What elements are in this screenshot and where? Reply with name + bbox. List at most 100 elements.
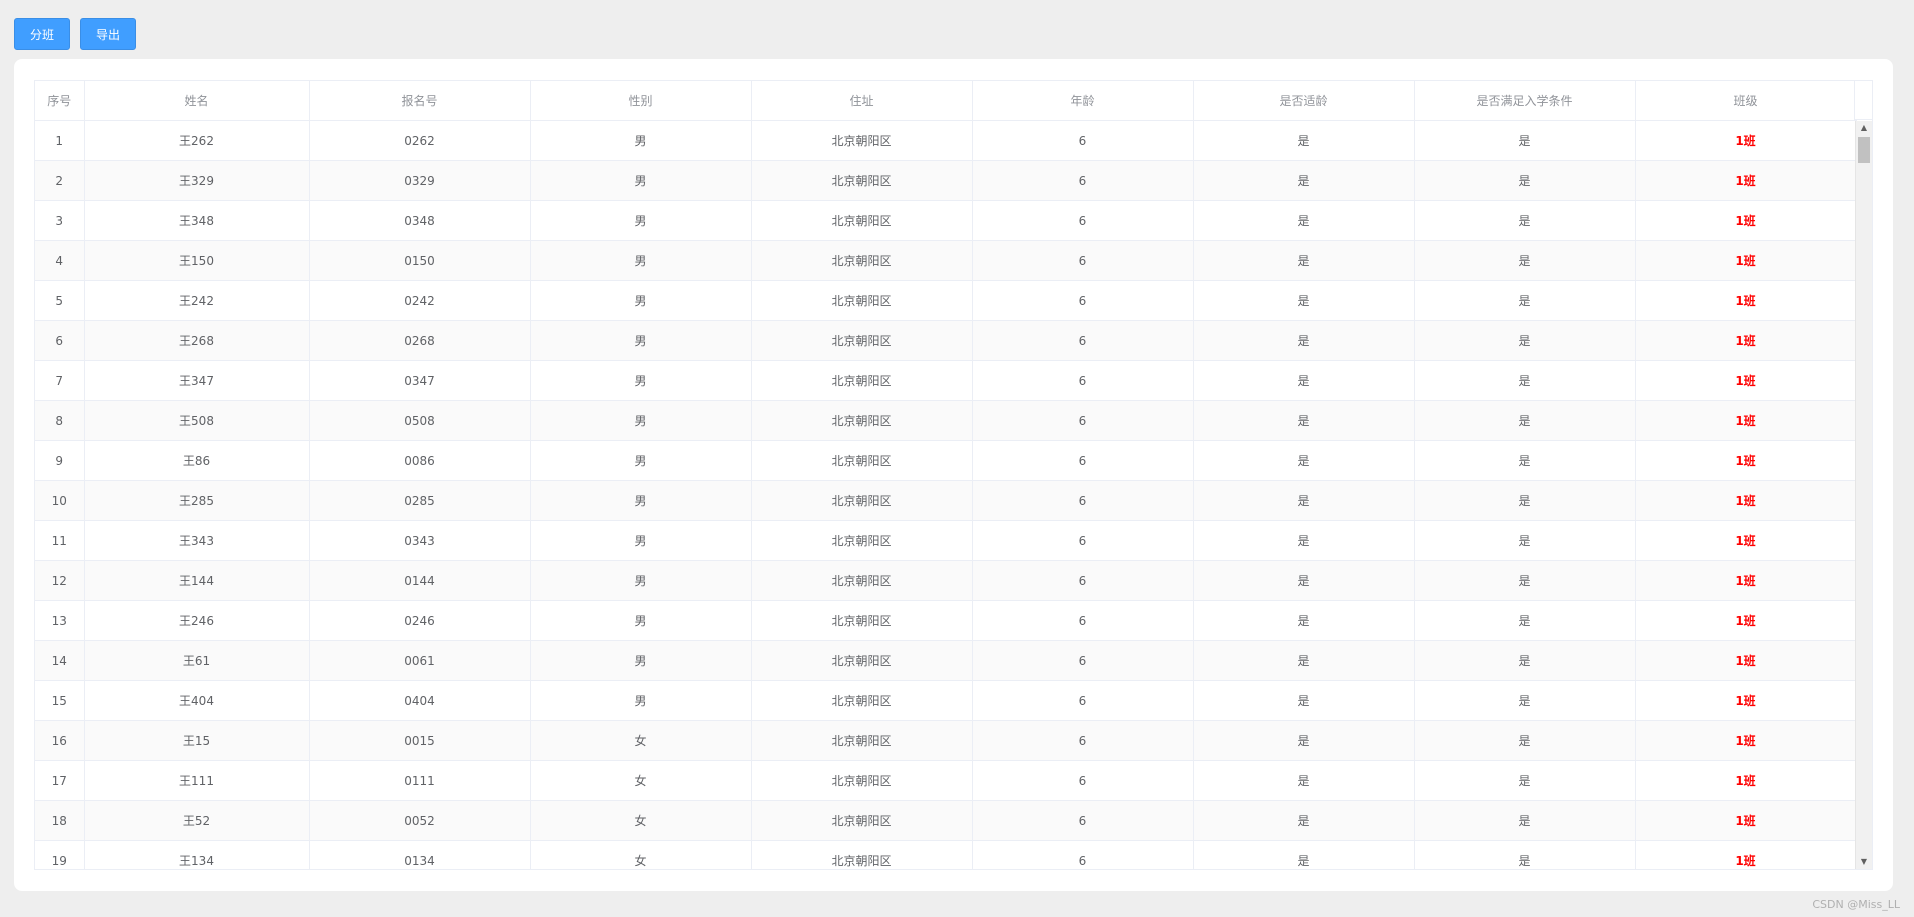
header-address: 住址 xyxy=(751,81,973,121)
table-row[interactable]: 19 王134 0134 女北京朝阳区 6 是是 1班 xyxy=(35,840,1857,869)
table-row[interactable]: 7 王347 0347 男北京朝阳区 6 是是 1班 xyxy=(35,360,1857,401)
cell-class: 1班 xyxy=(1635,800,1857,841)
cell-class: 1班 xyxy=(1635,640,1857,681)
cell-age: 6 xyxy=(972,160,1194,201)
cell-name: 王246 xyxy=(84,600,310,641)
cell-class: 1班 xyxy=(1635,600,1857,641)
cell-meets-requirements: 是 xyxy=(1414,800,1636,841)
cell-age: 6 xyxy=(972,120,1194,161)
cell-age: 6 xyxy=(972,280,1194,321)
cell-age-eligible: 是 xyxy=(1193,160,1415,201)
cell-class: 1班 xyxy=(1635,400,1857,441)
cell-age: 6 xyxy=(972,240,1194,281)
cell-class: 1班 xyxy=(1635,840,1857,869)
cell-age-eligible: 是 xyxy=(1193,240,1415,281)
toolbar: 分班 导出 xyxy=(14,18,136,50)
cell-address: 北京朝阳区 xyxy=(751,480,973,521)
header-age: 年龄 xyxy=(972,81,1194,121)
cell-age: 6 xyxy=(972,800,1194,841)
student-table-container: 序号 姓名 报名号 性别 住址 年龄 是否适龄 是否满足入学条件 班级 1 王26… xyxy=(34,80,1873,870)
cell-meets-requirements: 是 xyxy=(1414,360,1636,401)
scroll-down-icon[interactable]: ▼ xyxy=(1856,855,1872,869)
cell-registration-number: 0144 xyxy=(309,560,531,601)
table-row[interactable]: 18 王52 0052 女北京朝阳区 6 是是 1班 xyxy=(35,800,1857,841)
table-row[interactable]: 2 王329 0329 男北京朝阳区 6 是是 1班 xyxy=(35,160,1857,201)
cell-registration-number: 0343 xyxy=(309,520,531,561)
cell-age-eligible: 是 xyxy=(1193,560,1415,601)
cell-meets-requirements: 是 xyxy=(1414,200,1636,241)
cell-meets-requirements: 是 xyxy=(1414,560,1636,601)
table-row[interactable]: 9 王86 0086 男北京朝阳区 6 是是 1班 xyxy=(35,440,1857,481)
table-row[interactable]: 4 王150 0150 男北京朝阳区 6 是是 1班 xyxy=(35,240,1857,281)
header-registration-number: 报名号 xyxy=(309,81,531,121)
cell-registration-number: 0242 xyxy=(309,280,531,321)
cell-age-eligible: 是 xyxy=(1193,600,1415,641)
cell-address: 北京朝阳区 xyxy=(751,200,973,241)
table-row[interactable]: 5 王242 0242 男北京朝阳区 6 是是 1班 xyxy=(35,280,1857,321)
cell-age-eligible: 是 xyxy=(1193,640,1415,681)
cell-index: 9 xyxy=(35,440,85,481)
student-table: 序号 姓名 报名号 性别 住址 年龄 是否适龄 是否满足入学条件 班级 1 王26… xyxy=(35,81,1857,869)
cell-index: 15 xyxy=(35,680,85,721)
cell-gender: 男 xyxy=(530,520,752,561)
export-button[interactable]: 导出 xyxy=(80,18,136,50)
cell-address: 北京朝阳区 xyxy=(751,560,973,601)
cell-age: 6 xyxy=(972,840,1194,869)
table-row[interactable]: 14 王61 0061 男北京朝阳区 6 是是 1班 xyxy=(35,640,1857,681)
table-row[interactable]: 8 王508 0508 男北京朝阳区 6 是是 1班 xyxy=(35,400,1857,441)
cell-age: 6 xyxy=(972,320,1194,361)
cell-gender: 男 xyxy=(530,400,752,441)
cell-gender: 男 xyxy=(530,480,752,521)
cell-age: 6 xyxy=(972,480,1194,521)
cell-gender: 男 xyxy=(530,360,752,401)
table-row[interactable]: 11 王343 0343 男北京朝阳区 6 是是 1班 xyxy=(35,520,1857,561)
cell-registration-number: 0329 xyxy=(309,160,531,201)
table-row[interactable]: 13 王246 0246 男北京朝阳区 6 是是 1班 xyxy=(35,600,1857,641)
cell-age-eligible: 是 xyxy=(1193,360,1415,401)
cell-address: 北京朝阳区 xyxy=(751,320,973,361)
cell-age-eligible: 是 xyxy=(1193,840,1415,869)
table-row[interactable]: 6 王268 0268 男北京朝阳区 6 是是 1班 xyxy=(35,320,1857,361)
cell-address: 北京朝阳区 xyxy=(751,240,973,281)
cell-age-eligible: 是 xyxy=(1193,320,1415,361)
cell-class: 1班 xyxy=(1635,480,1857,521)
table-row[interactable]: 1 王262 0262 男北京朝阳区 6 是是 1班 xyxy=(35,120,1857,161)
cell-age: 6 xyxy=(972,400,1194,441)
cell-address: 北京朝阳区 xyxy=(751,160,973,201)
cell-index: 3 xyxy=(35,200,85,241)
cell-registration-number: 0052 xyxy=(309,800,531,841)
cell-gender: 男 xyxy=(530,320,752,361)
vertical-scrollbar[interactable]: ▲ ▼ xyxy=(1855,121,1872,869)
scrollbar-thumb[interactable] xyxy=(1858,137,1870,163)
cell-index: 8 xyxy=(35,400,85,441)
cell-class: 1班 xyxy=(1635,360,1857,401)
cell-age-eligible: 是 xyxy=(1193,120,1415,161)
cell-name: 王262 xyxy=(84,120,310,161)
split-class-button[interactable]: 分班 xyxy=(14,18,70,50)
cell-gender: 男 xyxy=(530,200,752,241)
cell-age-eligible: 是 xyxy=(1193,760,1415,801)
cell-gender: 男 xyxy=(530,560,752,601)
cell-age-eligible: 是 xyxy=(1193,800,1415,841)
table-row[interactable]: 17 王111 0111 女北京朝阳区 6 是是 1班 xyxy=(35,760,1857,801)
cell-registration-number: 0015 xyxy=(309,720,531,761)
table-row[interactable]: 10 王285 0285 男北京朝阳区 6 是是 1班 xyxy=(35,480,1857,521)
cell-class: 1班 xyxy=(1635,440,1857,481)
cell-meets-requirements: 是 xyxy=(1414,840,1636,869)
cell-index: 7 xyxy=(35,360,85,401)
cell-address: 北京朝阳区 xyxy=(751,720,973,761)
cell-registration-number: 0134 xyxy=(309,840,531,869)
cell-name: 王404 xyxy=(84,680,310,721)
cell-class: 1班 xyxy=(1635,760,1857,801)
scroll-up-icon[interactable]: ▲ xyxy=(1856,121,1872,135)
table-row[interactable]: 15 王404 0404 男北京朝阳区 6 是是 1班 xyxy=(35,680,1857,721)
cell-address: 北京朝阳区 xyxy=(751,680,973,721)
table-row[interactable]: 3 王348 0348 男北京朝阳区 6 是是 1班 xyxy=(35,200,1857,241)
cell-name: 王508 xyxy=(84,400,310,441)
cell-meets-requirements: 是 xyxy=(1414,440,1636,481)
cell-address: 北京朝阳区 xyxy=(751,120,973,161)
cell-name: 王111 xyxy=(84,760,310,801)
table-row[interactable]: 16 王15 0015 女北京朝阳区 6 是是 1班 xyxy=(35,720,1857,761)
cell-meets-requirements: 是 xyxy=(1414,320,1636,361)
table-row[interactable]: 12 王144 0144 男北京朝阳区 6 是是 1班 xyxy=(35,560,1857,601)
